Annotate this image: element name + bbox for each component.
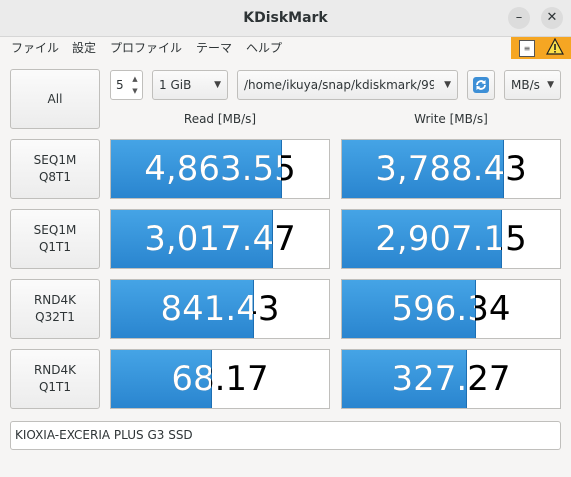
chevron-down-icon: ▼ [547,80,554,90]
write-result: 3,788.433,788.43 [341,139,561,199]
device-name: KIOXIA-EXCERIA PLUS G3 SSD [15,428,193,442]
title-bar: KDiskMark – ✕ [0,0,571,37]
path-combobox[interactable]: /home/ikuya/snap/kdiskmark/99 ▼ [237,70,458,100]
test-button-seq1m-q1t1[interactable]: SEQ1M Q1T1 [10,209,100,269]
close-button[interactable]: ✕ [541,7,563,29]
read-result: 841.43841.43 [110,279,330,339]
test-button-rnd4k-q32t1[interactable]: RND4K Q32T1 [10,279,100,339]
spin-arrows-icon[interactable]: ▲ ▼ [130,73,140,97]
menu-bar: ファイル 設定 プロファイル テーマ ヘルプ [0,37,571,59]
test-name: RND4K [33,293,77,307]
size-value: 1 GiB [159,78,192,92]
test-button-seq1m-q8t1[interactable]: SEQ1M Q8T1 [10,139,100,199]
device-field[interactable]: KIOXIA-EXCERIA PLUS G3 SSD [10,421,561,450]
write-value-overlay: 3,788.43 [342,140,503,198]
write-header: Write [MB/s] [414,112,488,126]
test-params: Q1T1 [38,240,72,254]
chevron-down-icon: ▼ [214,80,221,90]
write-result: 2,907.152,907.15 [341,209,561,269]
test-name: RND4K [33,363,77,377]
loops-spinbox[interactable]: 5 ▲ ▼ [110,70,143,100]
write-value-overlay: 596.34 [342,280,475,338]
test-params: Q1T1 [38,380,72,394]
minimize-button[interactable]: – [508,7,530,29]
read-value-on-bar: 3,017.47 [144,219,272,259]
unit-combobox[interactable]: MB/s ▼ [504,70,561,100]
read-value-overlay: 3,017.47 [111,210,272,268]
read-value-on-bar: 4,863.55 [144,149,281,189]
window-title: KDiskMark [243,10,328,26]
warning-icon[interactable] [546,38,564,56]
size-combobox[interactable]: 1 GiB ▼ [152,70,228,100]
write-value-on-bar: 2,907.15 [375,219,501,259]
refresh-icon [473,77,489,93]
warning-area: ≡ [511,37,571,59]
read-result: 4,863.55 4,863.55 [110,139,330,199]
read-value-overlay: 4,863.55 [111,140,281,198]
read-header: Read [MB/s] [183,112,257,126]
test-params: Q32T1 [35,310,75,324]
read-value-on-bar: 68.17 [171,359,211,399]
close-icon: ✕ [546,10,558,25]
test-name: SEQ1M [33,223,77,237]
clipboard-icon[interactable]: ≡ [519,40,535,57]
write-result: 596.34596.34 [341,279,561,339]
path-value: /home/ikuya/snap/kdiskmark/99 [244,78,434,92]
write-value-overlay: 327.27 [342,350,466,408]
all-button[interactable]: All [10,69,100,129]
refresh-button[interactable] [467,70,495,100]
read-value-overlay: 68.17 [111,350,211,408]
test-params: Q8T1 [38,170,72,184]
menu-file[interactable]: ファイル [11,40,59,56]
write-value-overlay: 2,907.15 [342,210,501,268]
read-result: 3,017.473,017.47 [110,209,330,269]
minimize-icon: – [515,10,523,25]
menu-settings[interactable]: 設定 [72,40,96,56]
loops-value: 5 [116,78,124,92]
read-result: 68.1768.17 [110,349,330,409]
test-name: SEQ1M [33,153,77,167]
write-result: 327.27327.27 [341,349,561,409]
read-value-overlay: 841.43 [111,280,253,338]
menu-profile[interactable]: プロファイル [110,40,182,56]
unit-value: MB/s [511,78,540,92]
write-value-on-bar: 596.34 [391,289,475,329]
test-button-rnd4k-q1t1[interactable]: RND4K Q1T1 [10,349,100,409]
write-value-on-bar: 3,788.43 [375,149,503,189]
menu-help[interactable]: ヘルプ [246,40,282,56]
read-value-on-bar: 841.43 [160,289,253,329]
chevron-down-icon: ▼ [444,80,451,90]
menu-theme[interactable]: テーマ [196,40,232,56]
write-value-on-bar: 327.27 [391,359,466,399]
